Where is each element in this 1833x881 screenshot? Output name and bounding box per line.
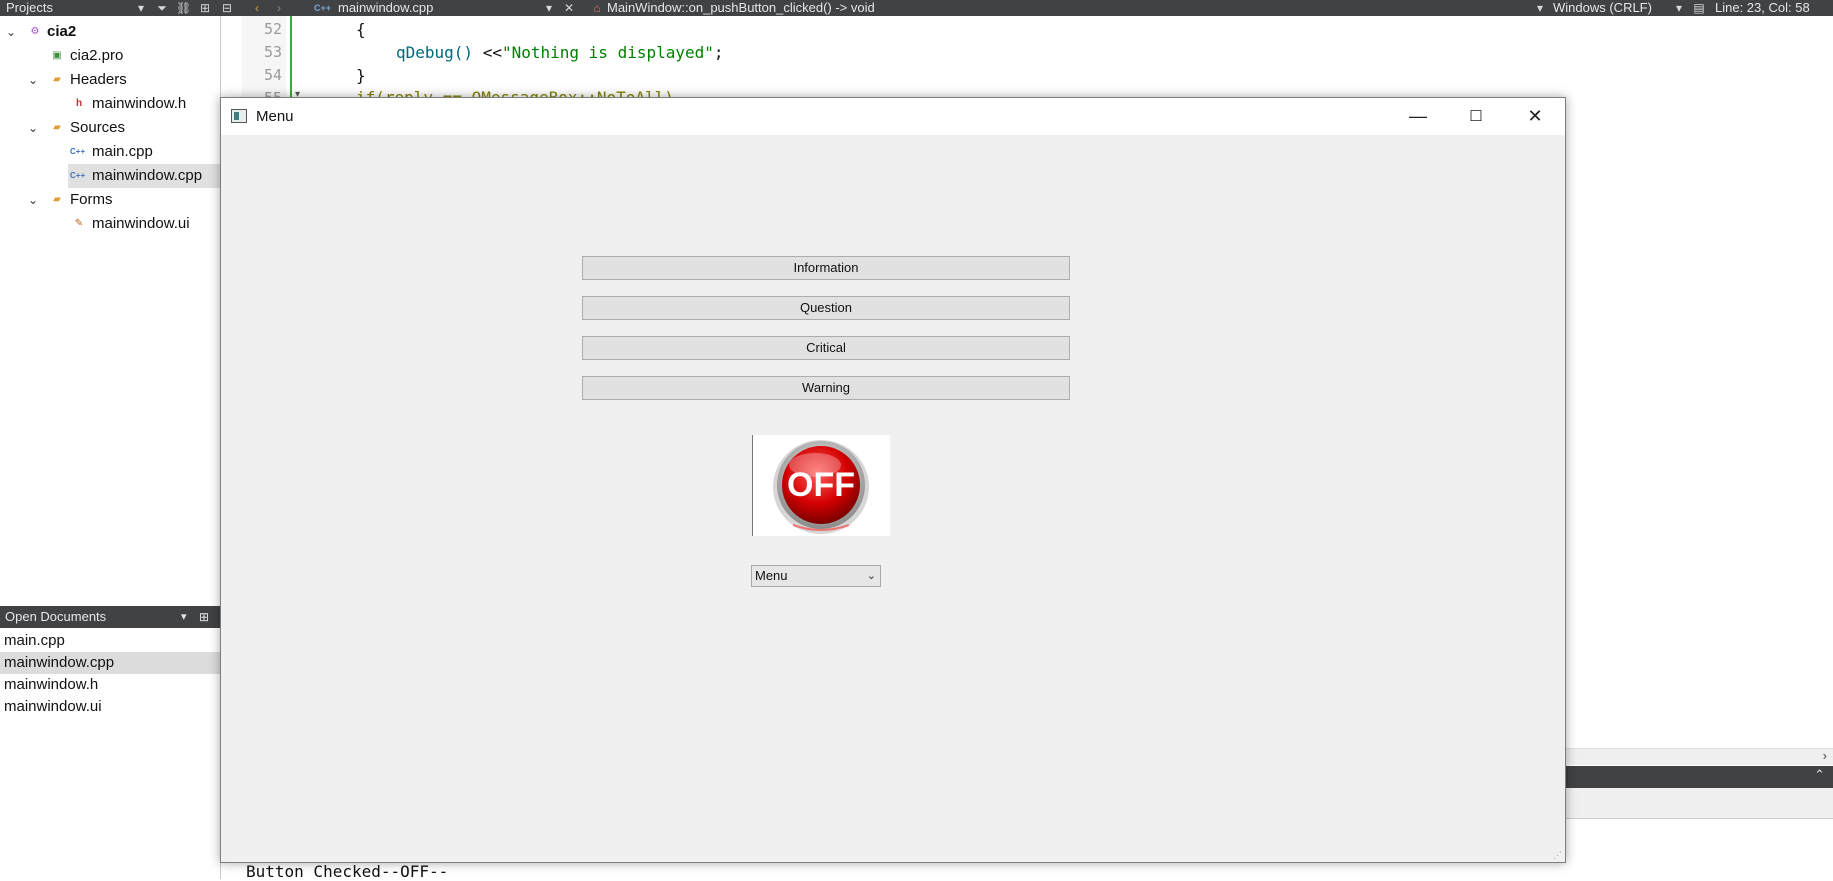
code-line-54: } <box>356 66 366 85</box>
tree-item-main-cpp[interactable]: C++ main.cpp <box>0 140 220 164</box>
back-arrow-icon[interactable]: ‹ <box>250 1 264 15</box>
open-doc-main-cpp[interactable]: main.cpp <box>0 630 220 652</box>
code-token: qDebug() <box>396 43 474 62</box>
window-title-bar[interactable]: Menu — ☐ ✕ <box>221 98 1565 135</box>
off-button-image[interactable]: OFF <box>752 435 890 536</box>
chevron-down-icon[interactable]: ▾ <box>181 606 187 628</box>
split-icon[interactable]: ⊞ <box>199 606 209 628</box>
link-icon[interactable]: ⛓ <box>176 1 191 15</box>
function-dropdown-icon[interactable]: ▾ <box>1533 1 1547 15</box>
tree-item-sources[interactable]: ⌄ ▰ Sources <box>0 116 220 140</box>
resize-grip-icon[interactable]: ⋰ <box>1553 850 1563 860</box>
tree-item-label: Sources <box>70 119 126 136</box>
document-icon: ▤ <box>1693 1 1705 15</box>
function-icon: ⌂ <box>593 1 601 15</box>
chevron-down-icon[interactable]: ▾ <box>134 1 148 15</box>
code-token: "Nothing is displayed" <box>501 43 714 62</box>
line-ending-selector[interactable]: Windows (CRLF) <box>1553 0 1652 16</box>
combo-value: Menu <box>755 568 788 583</box>
project-tree: ⌄ ⚙ cia2 ▣ cia2.pro ⌄ ▰ Headers h mainwi… <box>0 16 221 606</box>
code-token: ; <box>713 43 724 62</box>
line-number-gutter: 52 53 54 55 <box>242 16 286 107</box>
close-file-icon[interactable]: ✕ <box>562 1 576 15</box>
output-pane-toolbar <box>1560 788 1833 819</box>
chevron-down-icon: ⌄ <box>866 570 876 582</box>
chevron-down-icon[interactable]: ⌄ <box>6 26 18 38</box>
menu-window: Menu — ☐ ✕ Information Question Critical… <box>220 97 1566 863</box>
tree-item-label: Headers <box>70 71 127 88</box>
pro-file-icon: ▣ <box>52 50 62 61</box>
critical-button[interactable]: Critical <box>582 336 1070 360</box>
information-button[interactable]: Information <box>582 256 1070 280</box>
code-token: << <box>473 43 502 62</box>
function-selector[interactable]: MainWindow::on_pushButton_clicked() -> v… <box>607 0 875 16</box>
change-marker <box>290 16 292 106</box>
tree-item-mainwindow-h[interactable]: h mainwindow.h <box>0 92 220 116</box>
tree-item-cia2[interactable]: ⌄ ⚙ cia2 <box>0 20 220 44</box>
tree-item-label: mainwindow.ui <box>92 215 190 232</box>
close-button[interactable]: ✕ <box>1506 98 1564 135</box>
projects-label: Projects <box>6 0 53 15</box>
filter-icon[interactable]: ⏷ <box>155 1 169 15</box>
line-number: 53 <box>263 43 282 61</box>
open-doc-mainwindow-ui[interactable]: mainwindow.ui <box>0 696 220 718</box>
off-image-label: OFF <box>787 466 855 504</box>
tree-item-label: mainwindow.h <box>92 95 187 112</box>
line-number: 54 <box>263 66 282 84</box>
folder-icon: ▰ <box>53 194 61 205</box>
split-icon[interactable]: ⊞ <box>198 1 212 15</box>
line-number: 52 <box>263 20 282 38</box>
current-file-name[interactable]: mainwindow.cpp <box>338 0 433 16</box>
application-output: Button Checked--OFF-- <box>246 862 449 881</box>
tree-item-mainwindow-cpp[interactable]: C++ mainwindow.cpp <box>68 164 220 188</box>
question-button[interactable]: Question <box>582 296 1070 320</box>
file-dropdown-icon[interactable]: ▾ <box>542 1 556 15</box>
cpp-file-icon: C++ <box>70 171 86 180</box>
minimize-button[interactable]: — <box>1389 98 1447 135</box>
chevron-down-icon[interactable]: ⌄ <box>28 194 40 206</box>
app-icon <box>231 109 247 123</box>
cpp-file-icon: C++ <box>70 147 86 156</box>
folder-icon: ▰ <box>53 122 61 133</box>
open-documents-list: main.cpp mainwindow.cpp mainwindow.h mai… <box>0 628 221 879</box>
cpp-file-icon: C++ <box>314 3 332 13</box>
tree-item-label: main.cpp <box>92 143 153 160</box>
top-toolbar: Projects ▾ ⏷ ⛓ ⊞ ⊟ ‹ › C++ mainwindow.cp… <box>0 0 1833 16</box>
horizontal-scrollbar[interactable]: › <box>1560 748 1833 765</box>
maximize-button[interactable]: ☐ <box>1447 98 1505 135</box>
tree-item-label: Forms <box>70 191 113 208</box>
off-power-icon: OFF <box>773 440 869 534</box>
open-doc-mainwindow-cpp[interactable]: mainwindow.cpp <box>0 652 220 674</box>
menu-combobox[interactable]: Menu ⌄ <box>751 565 881 587</box>
open-doc-mainwindow-h[interactable]: mainwindow.h <box>0 674 220 696</box>
line-ending-dropdown-icon[interactable]: ▾ <box>1672 1 1686 15</box>
tree-item-label: cia2 <box>47 23 77 40</box>
ui-file-icon: ✎ <box>74 218 84 229</box>
cursor-position[interactable]: Line: 23, Col: 58 <box>1715 0 1810 16</box>
tree-item-headers[interactable]: ⌄ ▰ Headers <box>0 68 220 92</box>
output-pane-header: ⌃ <box>1560 766 1833 788</box>
tree-item-label: cia2.pro <box>70 47 124 64</box>
code-line-53: qDebug() <<"Nothing is displayed"; <box>396 43 724 62</box>
code-line-52: { <box>356 20 366 39</box>
tree-item-mainwindow-ui[interactable]: ✎ mainwindow.ui <box>0 212 220 236</box>
open-documents-header: Open Documents ▾ ⊞ <box>0 606 220 628</box>
window-title: Menu <box>256 108 294 125</box>
open-documents-title: Open Documents <box>5 609 107 624</box>
project-icon: ⚙ <box>30 26 40 37</box>
tree-item-label: mainwindow.cpp <box>92 167 203 184</box>
chevron-down-icon[interactable]: ⌄ <box>28 74 40 86</box>
scroll-right-icon[interactable]: › <box>1823 748 1827 763</box>
chevron-down-icon[interactable]: ⌄ <box>28 122 40 134</box>
header-file-icon: h <box>75 98 83 109</box>
warning-button[interactable]: Warning <box>582 376 1070 400</box>
chevron-up-icon[interactable]: ⌃ <box>1814 767 1825 783</box>
close-sidebar-icon[interactable]: ⊟ <box>220 1 234 15</box>
tree-item-cia2-pro[interactable]: ▣ cia2.pro <box>0 44 220 68</box>
tree-item-forms[interactable]: ⌄ ▰ Forms <box>0 188 220 212</box>
folder-icon: ▰ <box>53 74 61 85</box>
forward-arrow-icon[interactable]: › <box>272 1 286 15</box>
